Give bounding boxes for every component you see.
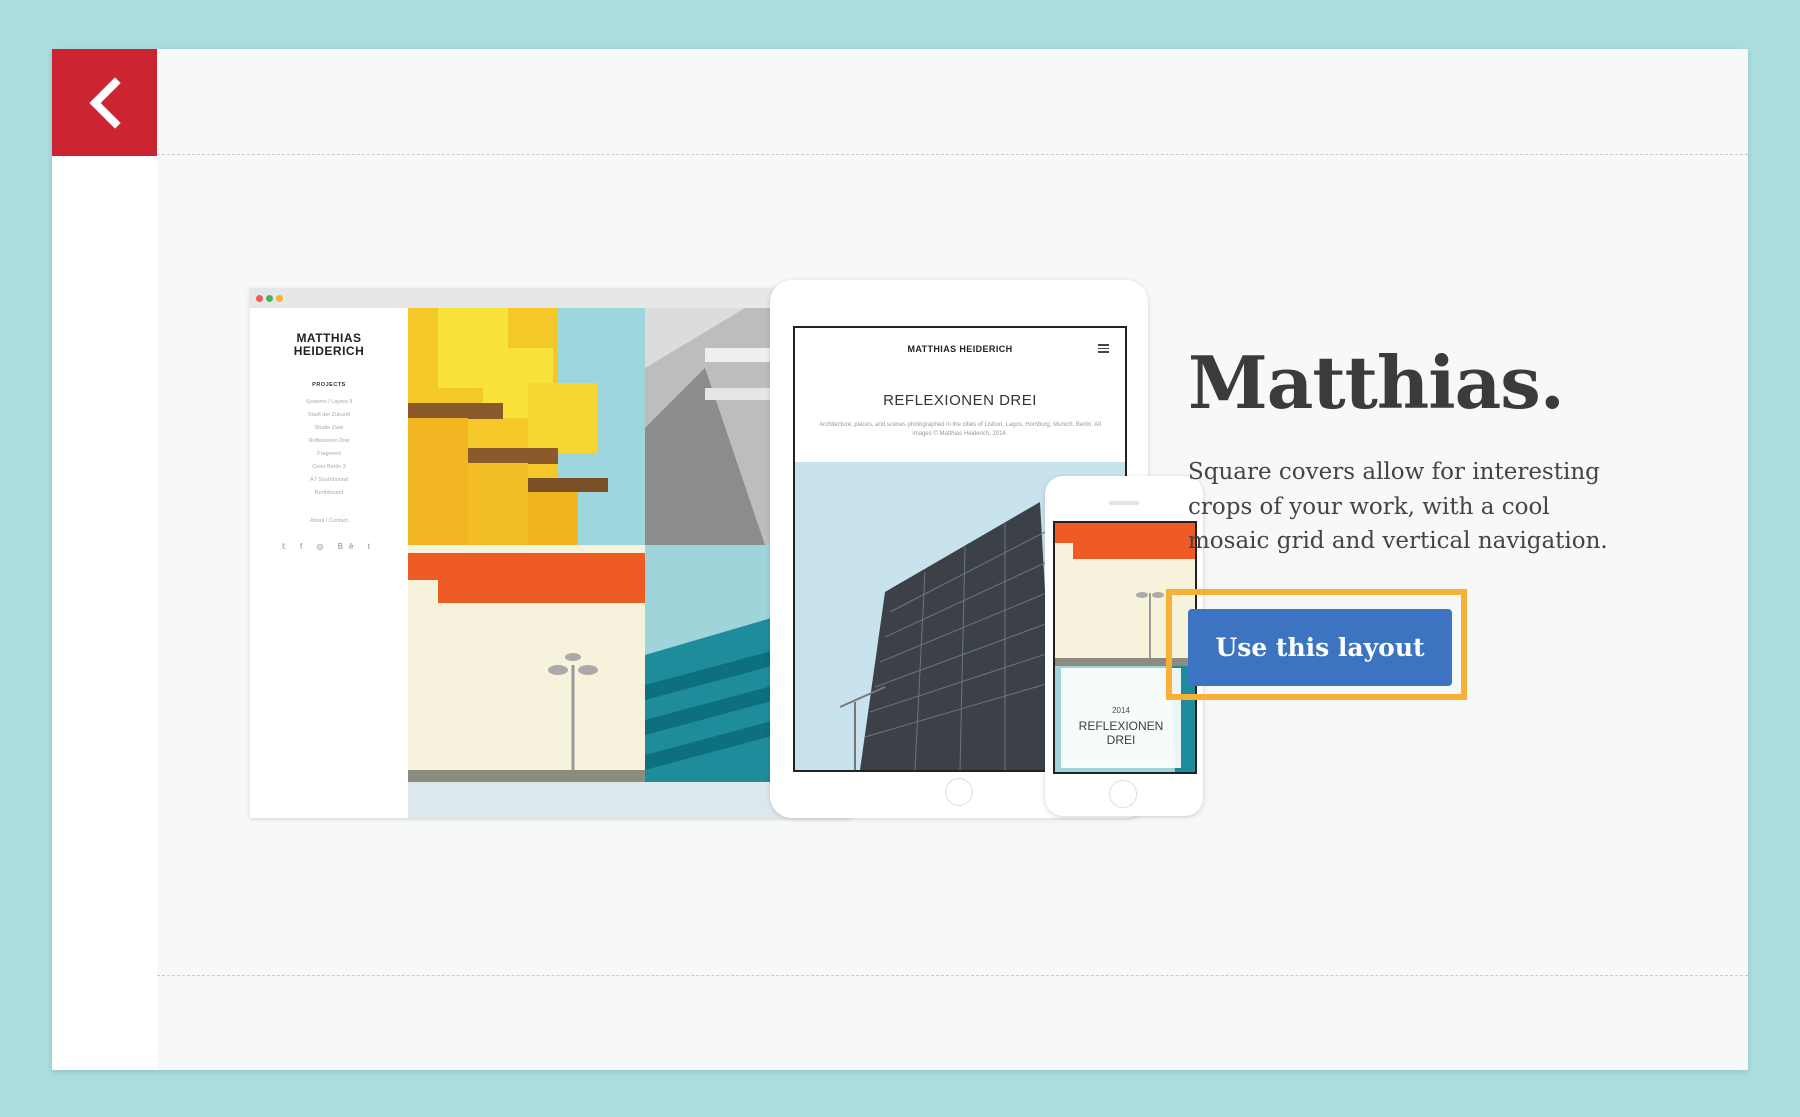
- layout-preview: MATTHIAS HEIDERICH PROJECTS Systems / La…: [250, 280, 1203, 850]
- preview-sidebar: MATTHIAS HEIDERICH PROJECTS Systems / La…: [250, 308, 408, 818]
- phone-gallery-title: REFLEXIONEN DREI: [1061, 719, 1181, 747]
- browser-bar: [250, 288, 850, 308]
- left-strip: [52, 49, 157, 1070]
- phone-title-line2: DREI: [1106, 733, 1136, 747]
- chevron-left-icon: [88, 76, 121, 129]
- close-dot: [256, 295, 263, 302]
- phone-home-button: [1109, 780, 1137, 808]
- layout-description: Square covers allow for interesting crop…: [1188, 459, 1608, 554]
- about-link: About / Contact: [310, 518, 348, 524]
- nav-item: Reflexionen Drei: [308, 438, 350, 444]
- maximize-dot: [266, 295, 273, 302]
- nav-item: Fragment: [317, 451, 341, 457]
- layout-card: MATTHIAS HEIDERICH PROJECTS Systems / La…: [52, 49, 1748, 1070]
- phone-speaker: [1109, 501, 1139, 505]
- mosaic-tile-orange-wall: [408, 545, 645, 782]
- nav-item: Studie Zwei: [314, 425, 344, 431]
- tablet-gallery-title: REFLEXIONEN DREI: [883, 392, 1037, 409]
- minimize-dot: [276, 295, 283, 302]
- nav-item: A7 Southbound: [310, 477, 348, 483]
- preview-site-name: MATTHIAS HEIDERICH: [250, 332, 408, 358]
- behance-icon: Bē: [337, 542, 360, 551]
- twitter-icon: 𝕥: [282, 542, 292, 551]
- social-icons: 𝕥 f ◎ Bē t: [250, 542, 408, 551]
- desktop-preview: MATTHIAS HEIDERICH PROJECTS Systems / La…: [250, 288, 850, 818]
- mosaic-tile-yellow: [408, 308, 645, 545]
- tablet-home-button: [945, 778, 973, 806]
- preview-nav: Systems / Layers II Stadt der Zukunft St…: [250, 396, 408, 500]
- phone-year: 2014: [1112, 706, 1130, 715]
- site-name-line2: HEIDERICH: [293, 344, 365, 358]
- nav-item: Northbound: [314, 490, 344, 496]
- nav-item: Systems / Layers II: [305, 399, 353, 405]
- tumblr-icon: t: [367, 542, 376, 551]
- nav-item: Color Berlin 3: [312, 464, 346, 470]
- tablet-description: Architecture, places, and scenes photogr…: [819, 422, 1101, 437]
- hamburger-menu-icon: [1098, 344, 1109, 355]
- instagram-icon: ◎: [316, 542, 330, 551]
- divider-top: [157, 154, 1748, 155]
- phone-title-line1: REFLEXIONEN: [1078, 719, 1164, 733]
- facebook-icon: f: [300, 542, 309, 551]
- use-layout-button[interactable]: Use this layout: [1188, 609, 1452, 686]
- layout-title: Matthias.: [1188, 340, 1565, 425]
- phone-caption: 2014 REFLEXIONEN DREI: [1061, 668, 1181, 768]
- back-button[interactable]: [52, 49, 157, 156]
- projects-heading: PROJECTS: [312, 382, 346, 388]
- tablet-site-name: MATTHIAS HEIDERICH: [907, 344, 1013, 354]
- nav-item: Stadt der Zukunft: [307, 412, 351, 418]
- divider-bottom: [157, 975, 1748, 976]
